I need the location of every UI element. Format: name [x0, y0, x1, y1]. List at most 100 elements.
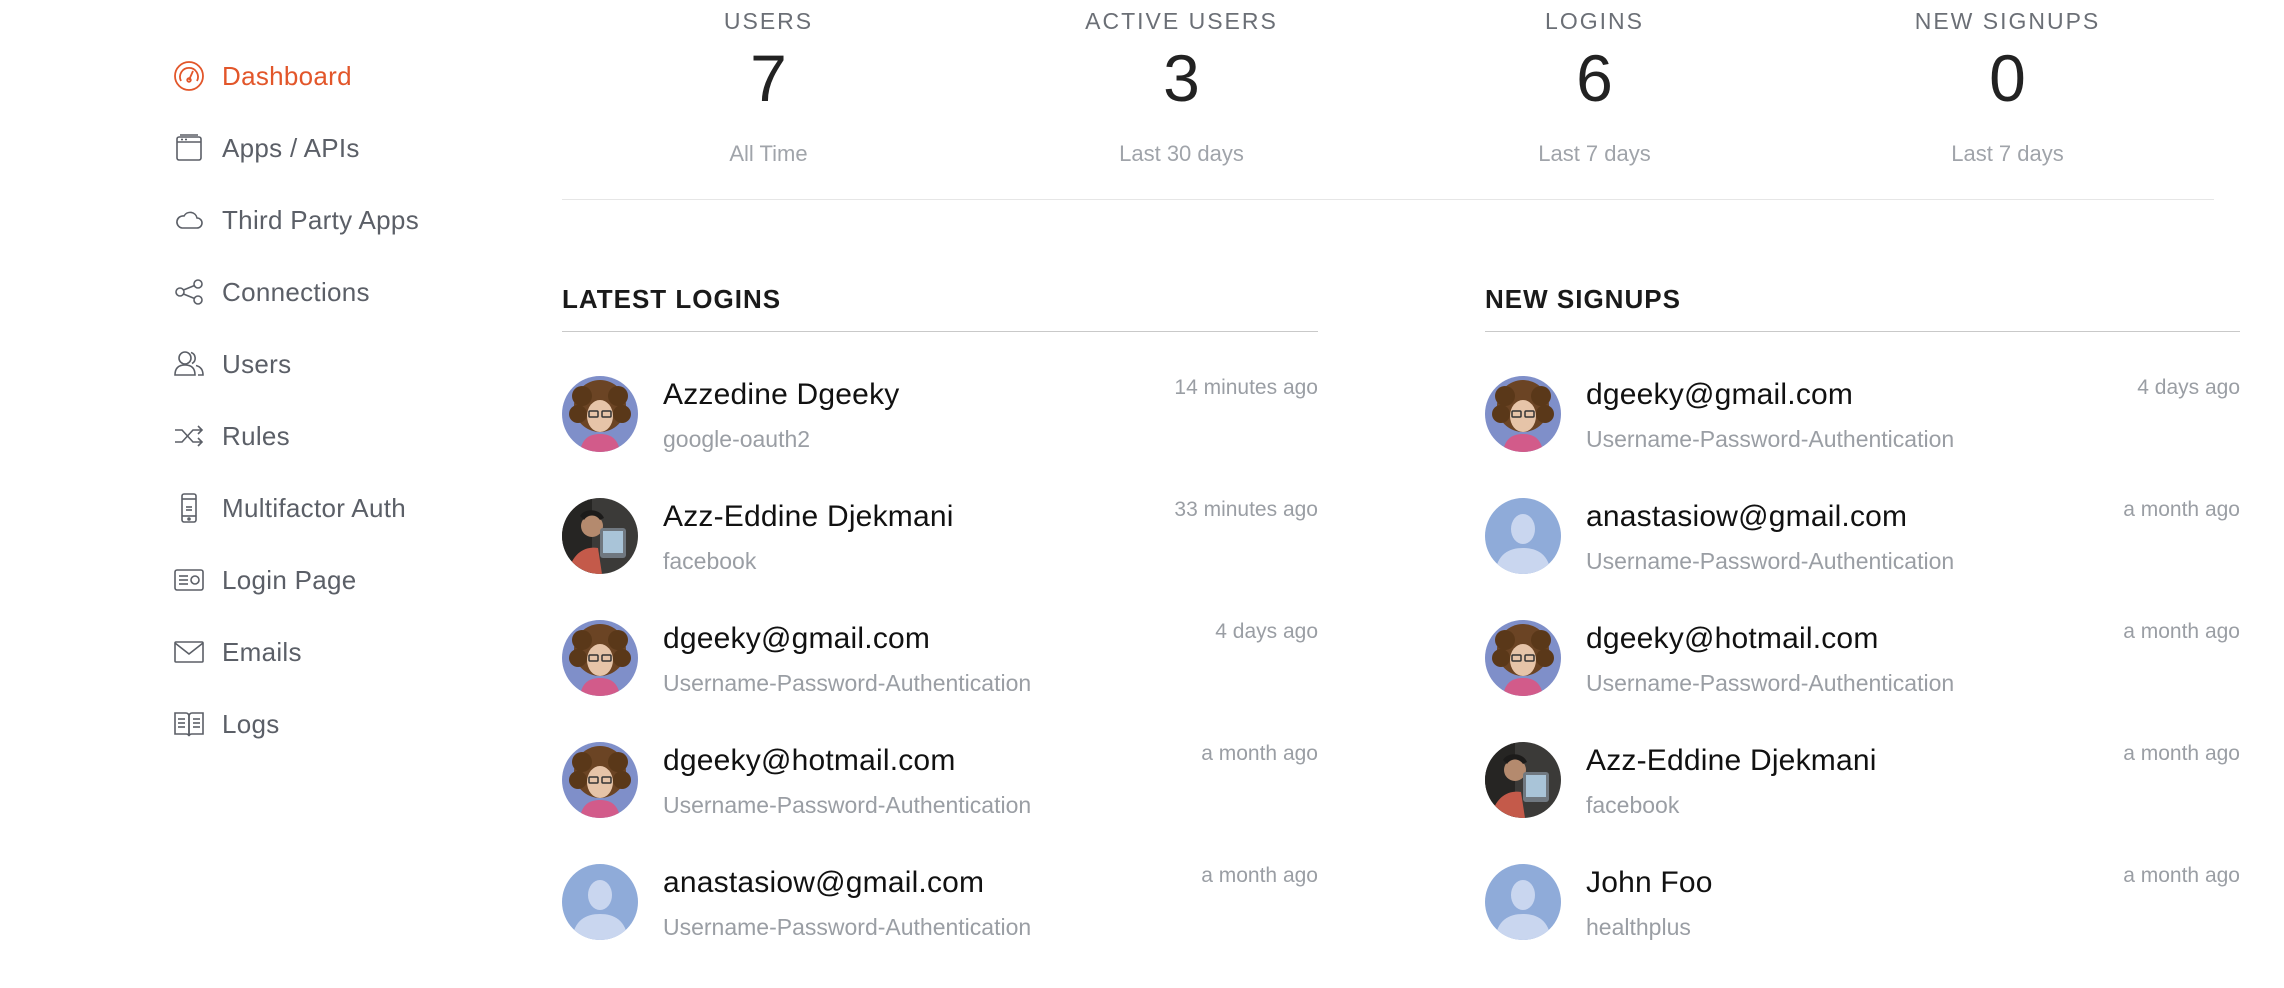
list-item[interactable]: anastasiow@gmail.com Username-Password-Au… [562, 864, 1318, 986]
sidebar-item-third-party-apps[interactable]: Third Party Apps [172, 184, 552, 256]
list-item-text: Azz-Eddine Djekmani facebook [663, 498, 954, 575]
list-item-text: anastasiow@gmail.com Username-Password-Au… [1586, 498, 1954, 575]
stat-users: USERS 7 All Time [562, 0, 975, 199]
sidebar-item-label: Dashboard [222, 60, 352, 91]
list-item[interactable]: Azz-Eddine Djekmani facebook a month ago [1485, 742, 2240, 864]
user-name: anastasiow@gmail.com [1586, 500, 1908, 533]
users-icon [172, 347, 206, 381]
stat-active-users: ACTIVE USERS 3 Last 30 days [975, 0, 1388, 199]
dashboard-app: Dashboard Apps / APIs Third Party Apps C… [0, 0, 2284, 988]
list-item-text: dgeeky@gmail.com Username-Password-Authen… [663, 620, 1031, 697]
sidebar-item-label: Apps / APIs [222, 132, 360, 163]
user-name: Azz-Eddine Djekmani [1586, 744, 1877, 777]
sidebar-item-emails[interactable]: Emails [172, 616, 552, 688]
new-signups-panel: NEW SIGNUPS dgeeky@gmail.com Username-Pas… [1485, 284, 2240, 986]
timestamp: a month ago [1201, 742, 1318, 765]
apps-icon [172, 131, 206, 165]
avatar [1485, 376, 1561, 452]
sidebar-item-label: Logs [222, 708, 280, 739]
list-item[interactable]: dgeeky@gmail.com Username-Password-Authen… [1485, 376, 2240, 498]
latest-logins-list: Azzedine Dgeeky google-oauth2 14 minutes a… [562, 376, 1318, 986]
timestamp: a month ago [2123, 498, 2240, 521]
user-name: dgeeky@gmail.com [663, 622, 931, 655]
sidebar-item-dashboard[interactable]: Dashboard [172, 40, 552, 112]
list-item-text: Azz-Eddine Djekmani facebook [1586, 742, 1877, 819]
list-item-text: John Foo healthplus [1586, 864, 1713, 941]
connection-name: Username-Password-Authentication [1586, 426, 1955, 452]
stat-label: NEW SIGNUPS [1914, 8, 2101, 34]
timestamp: 33 minutes ago [1174, 498, 1318, 521]
book-icon [172, 707, 206, 741]
timestamp: 4 days ago [1215, 620, 1318, 643]
list-item[interactable]: dgeeky@hotmail.com Username-Password-Auth… [1485, 620, 2240, 742]
list-item-text: dgeeky@gmail.com Username-Password-Authen… [1586, 376, 1954, 453]
list-item[interactable]: John Foo healthplus a month ago [1485, 864, 2240, 986]
stat-value: 6 [1576, 41, 1613, 115]
connection-name: Username-Password-Authentication [663, 914, 1032, 940]
connection-name: facebook [1586, 792, 1680, 818]
avatar [1485, 620, 1561, 696]
sidebar-item-connections[interactable]: Connections [172, 256, 552, 328]
sidebar-item-login-page[interactable]: Login Page [172, 544, 552, 616]
sidebar-item-label: Emails [222, 636, 302, 667]
list-item[interactable]: dgeeky@hotmail.com Username-Password-Auth… [562, 742, 1318, 864]
list-item-text: anastasiow@gmail.com Username-Password-Au… [663, 864, 1031, 941]
list-item[interactable]: Azzedine Dgeeky google-oauth2 14 minutes a… [562, 376, 1318, 498]
stat-subtitle: All Time [729, 141, 808, 166]
stat-logins: LOGINS 6 Last 7 days [1388, 0, 1801, 199]
sidebar-item-label: Third Party Apps [222, 204, 419, 235]
timestamp: 14 minutes ago [1174, 376, 1318, 399]
cloud-icon [172, 203, 206, 237]
connections-icon [172, 275, 206, 309]
stat-label: ACTIVE USERS [1085, 8, 1278, 34]
sidebar-item-label: Rules [222, 420, 290, 451]
user-name: anastasiow@gmail.com [663, 866, 985, 899]
stat-subtitle: Last 7 days [1951, 141, 2064, 166]
connection-name: healthplus [1586, 914, 1691, 940]
stat-subtitle: Last 7 days [1538, 141, 1651, 166]
list-item[interactable]: dgeeky@gmail.com Username-Password-Authen… [562, 620, 1318, 742]
sidebar-item-apps-apis[interactable]: Apps / APIs [172, 112, 552, 184]
avatar [1485, 742, 1561, 818]
sidebar-item-label: Connections [222, 276, 370, 307]
avatar [562, 742, 638, 818]
timestamp: 4 days ago [2137, 376, 2240, 399]
sidebar-item-multifactor-auth[interactable]: Multifactor Auth [172, 472, 552, 544]
phone-icon [172, 491, 206, 525]
stat-subtitle: Last 30 days [1119, 141, 1244, 166]
stat-new-signups: NEW SIGNUPS 0 Last 7 days [1801, 0, 2214, 199]
connection-name: Username-Password-Authentication [663, 670, 1032, 696]
timestamp: a month ago [2123, 620, 2240, 643]
avatar [562, 864, 638, 940]
dashboard-icon [172, 59, 206, 93]
shuffle-icon [172, 419, 206, 453]
stat-label: LOGINS [1545, 8, 1644, 34]
user-name: dgeeky@gmail.com [1586, 378, 1854, 411]
id-card-icon [172, 563, 206, 597]
avatar [1485, 864, 1561, 940]
sidebar-item-label: Users [222, 348, 292, 379]
user-name: Azzedine Dgeeky [663, 378, 900, 411]
list-item[interactable]: anastasiow@gmail.com Username-Password-Au… [1485, 498, 2240, 620]
list-item[interactable]: Azz-Eddine Djekmani facebook 33 minutes ag… [562, 498, 1318, 620]
avatar [1485, 498, 1561, 574]
envelope-icon [172, 635, 206, 669]
timestamp: a month ago [2123, 864, 2240, 887]
sidebar-item-label: Login Page [222, 564, 357, 595]
connection-name: facebook [663, 548, 757, 574]
avatar [562, 620, 638, 696]
new-signups-title: NEW SIGNUPS [1485, 284, 2240, 332]
stat-value: 3 [1163, 41, 1200, 115]
new-signups-list: dgeeky@gmail.com Username-Password-Authen… [1485, 376, 2240, 986]
connection-name: Username-Password-Authentication [1586, 548, 1955, 574]
list-item-text: dgeeky@hotmail.com Username-Password-Auth… [1586, 620, 1954, 697]
list-item-text: Azzedine Dgeeky google-oauth2 [663, 376, 899, 453]
stats-bar: USERS 7 All Time ACTIVE USERS 3 Last 30 … [562, 0, 2214, 200]
sidebar-item-label: Multifactor Auth [222, 492, 406, 523]
sidebar-item-logs[interactable]: Logs [172, 688, 552, 760]
user-name: John Foo [1586, 866, 1713, 899]
sidebar-item-rules[interactable]: Rules [172, 400, 552, 472]
list-item-text: dgeeky@hotmail.com Username-Password-Auth… [663, 742, 1031, 819]
connection-name: Username-Password-Authentication [1586, 670, 1955, 696]
sidebar-item-users[interactable]: Users [172, 328, 552, 400]
